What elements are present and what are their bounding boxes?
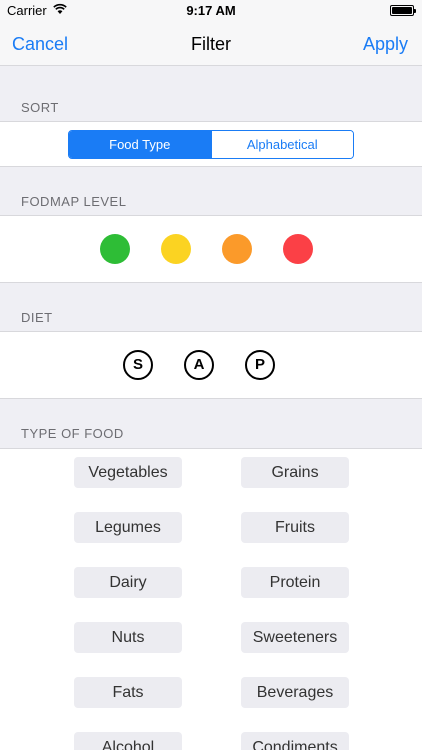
page-title: Filter	[191, 34, 231, 54]
diet-badge-s[interactable]: S	[123, 350, 153, 380]
sort-segmented-control: Food Type Alphabetical	[68, 130, 354, 159]
food-type-protein[interactable]: Protein	[241, 567, 349, 598]
food-type-sweeteners[interactable]: Sweeteners	[241, 622, 349, 653]
food-type-fruits[interactable]: Fruits	[241, 512, 349, 543]
apply-button[interactable]: Apply	[363, 34, 408, 55]
food-type-nuts[interactable]: Nuts	[74, 622, 182, 653]
food-type-vegetables[interactable]: Vegetables	[74, 457, 182, 488]
sort-panel: Food Type Alphabetical	[0, 121, 422, 167]
fodmap-yellow-dot[interactable]	[161, 234, 191, 264]
diet-panel: S A P	[0, 331, 422, 399]
fodmap-header: FODMAP LEVEL	[21, 194, 127, 209]
sort-header: SORT	[21, 100, 59, 115]
type-of-food-header: TYPE OF FOOD	[21, 426, 124, 441]
type-of-food-panel: Vegetables Grains Legumes Fruits Dairy P…	[0, 448, 422, 750]
food-type-fats[interactable]: Fats	[74, 677, 182, 708]
status-time: 9:17 AM	[186, 3, 236, 18]
fodmap-orange-dot[interactable]	[222, 234, 252, 264]
status-bar: Carrier 9:17 AM	[0, 0, 422, 22]
food-type-grains[interactable]: Grains	[241, 457, 349, 488]
fodmap-red-dot[interactable]	[283, 234, 313, 264]
food-type-dairy[interactable]: Dairy	[74, 567, 182, 598]
navigation-bar: Cancel Filter Apply	[0, 22, 422, 66]
food-type-condiments[interactable]: Condiments	[241, 732, 349, 750]
sort-option-food-type[interactable]: Food Type	[69, 131, 211, 158]
food-type-legumes[interactable]: Legumes	[74, 512, 182, 543]
food-type-alcohol[interactable]: Alcohol	[74, 732, 182, 750]
diet-header: DIET	[21, 310, 53, 325]
fodmap-panel	[0, 215, 422, 283]
diet-badge-a[interactable]: A	[184, 350, 214, 380]
sort-option-alphabetical[interactable]: Alphabetical	[210, 131, 353, 158]
battery-icon	[390, 5, 416, 16]
diet-badge-p[interactable]: P	[245, 350, 275, 380]
fodmap-green-dot[interactable]	[100, 234, 130, 264]
food-type-beverages[interactable]: Beverages	[241, 677, 349, 708]
